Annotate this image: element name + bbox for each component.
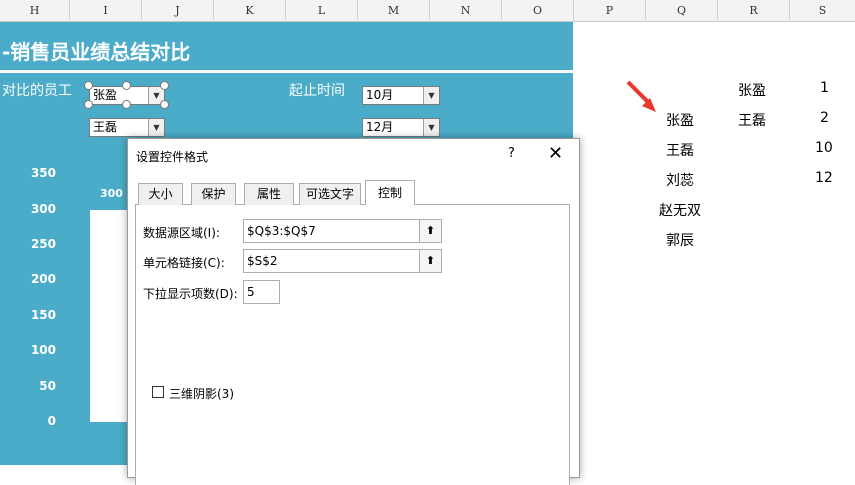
column-header-k[interactable]: K	[214, 0, 286, 22]
y-tick-label: 100	[30, 343, 56, 357]
column-header-p[interactable]: P	[574, 0, 646, 22]
close-icon[interactable]: ✕	[548, 143, 563, 164]
y-tick-label: 0	[47, 414, 56, 428]
resize-handle[interactable]	[122, 100, 131, 109]
column-header-r[interactable]: R	[718, 0, 790, 22]
help-icon[interactable]: ?	[508, 146, 515, 161]
y-tick-label: 350	[30, 166, 56, 180]
column-header-i[interactable]: I	[70, 0, 142, 22]
resize-handle[interactable]	[84, 81, 93, 90]
start-month-combo[interactable]: 10月 ▼	[362, 86, 440, 105]
dropdown-lines-value: 5	[247, 285, 255, 299]
cell-q7[interactable]: 郭辰	[666, 230, 694, 250]
employee-combo-2-value: 王磊	[93, 120, 118, 134]
column-header-s[interactable]: S	[790, 0, 855, 22]
end-month-value: 12月	[366, 120, 394, 134]
chevron-down-icon[interactable]: ▼	[148, 119, 164, 136]
cell-s2[interactable]: 1	[820, 80, 829, 96]
employee-combo-1-value: 张盈	[93, 88, 118, 102]
cell-r3[interactable]: 王磊	[738, 110, 766, 130]
format-control-dialog: 设置控件格式 ? ✕ 大小 保护 属性 可选文字 控制 数据源区域(I): $Q…	[127, 138, 580, 485]
dropdown-lines-label: 下拉显示项数(D):	[143, 287, 238, 301]
dialog-title: 设置控件格式	[136, 150, 209, 164]
input-range-value: $Q$3:$Q$7	[247, 224, 316, 238]
cell-s3[interactable]: 2	[820, 110, 829, 126]
cell-q6[interactable]: 赵无双	[659, 200, 701, 220]
bar-value-label: 300	[100, 187, 123, 200]
annotation-arrow-icon	[626, 80, 656, 112]
y-tick-label: 250	[30, 237, 56, 251]
cell-q3[interactable]: 张盈	[666, 110, 694, 130]
column-header-row: H I J K L M N O P Q R S	[0, 0, 855, 22]
y-tick-label: 50	[39, 379, 56, 393]
employee-label: 对比的员工	[2, 83, 72, 99]
resize-handle[interactable]	[122, 81, 131, 90]
y-tick-label: 150	[30, 308, 56, 322]
cell-link-field[interactable]: $S$2 ⬆	[243, 249, 442, 273]
chart-bar	[90, 210, 128, 422]
resize-handle[interactable]	[160, 81, 169, 90]
cell-link-value: $S$2	[247, 254, 278, 268]
time-range-label: 起止时间	[289, 83, 345, 99]
chevron-down-icon[interactable]: ▼	[423, 87, 439, 104]
input-range-label: 数据源区域(I):	[143, 226, 220, 240]
collapse-dialog-icon[interactable]: ⬆	[419, 220, 441, 242]
cell-r2[interactable]: 张盈	[738, 80, 766, 100]
column-header-n[interactable]: N	[430, 0, 502, 22]
shading-checkbox[interactable]	[152, 386, 164, 398]
input-range-field[interactable]: $Q$3:$Q$7 ⬆	[243, 219, 442, 243]
cell-link-label: 单元格链接(C):	[143, 256, 225, 270]
start-month-value: 10月	[366, 88, 394, 102]
end-month-combo[interactable]: 12月 ▼	[362, 118, 440, 137]
cell-s5[interactable]: 12	[815, 170, 833, 186]
control-tab-panel: 数据源区域(I): $Q$3:$Q$7 ⬆ 单元格链接(C): $S$2 ⬆ 下…	[135, 205, 570, 485]
resize-handle[interactable]	[160, 100, 169, 109]
cell-q5[interactable]: 刘蕊	[666, 170, 694, 190]
column-header-j[interactable]: J	[142, 0, 214, 22]
column-header-q[interactable]: Q	[646, 0, 718, 22]
resize-handle[interactable]	[84, 100, 93, 109]
y-tick-label: 200	[30, 272, 56, 286]
cell-s4[interactable]: 10	[815, 140, 833, 156]
chevron-down-icon[interactable]: ▼	[423, 119, 439, 136]
column-header-o[interactable]: O	[502, 0, 574, 22]
column-header-h[interactable]: H	[0, 0, 70, 22]
employee-combo-2[interactable]: 王磊 ▼	[89, 118, 165, 137]
dropdown-lines-field[interactable]: 5	[243, 280, 280, 304]
collapse-dialog-icon[interactable]: ⬆	[419, 250, 441, 272]
dashboard-title: -销售员业绩总结对比	[2, 40, 191, 64]
tab-alt-text[interactable]: 可选文字	[299, 183, 361, 205]
shading-label: 三维阴影(3)	[169, 387, 234, 401]
tab-protection[interactable]: 保护	[191, 183, 236, 205]
title-divider	[0, 70, 573, 73]
tab-properties[interactable]: 属性	[244, 183, 294, 205]
column-header-l[interactable]: L	[286, 0, 358, 22]
column-header-m[interactable]: M	[358, 0, 430, 22]
cell-q4[interactable]: 王磊	[666, 140, 694, 160]
tab-size[interactable]: 大小	[138, 183, 183, 205]
tab-control[interactable]: 控制	[365, 180, 415, 205]
y-tick-label: 300	[30, 202, 56, 216]
